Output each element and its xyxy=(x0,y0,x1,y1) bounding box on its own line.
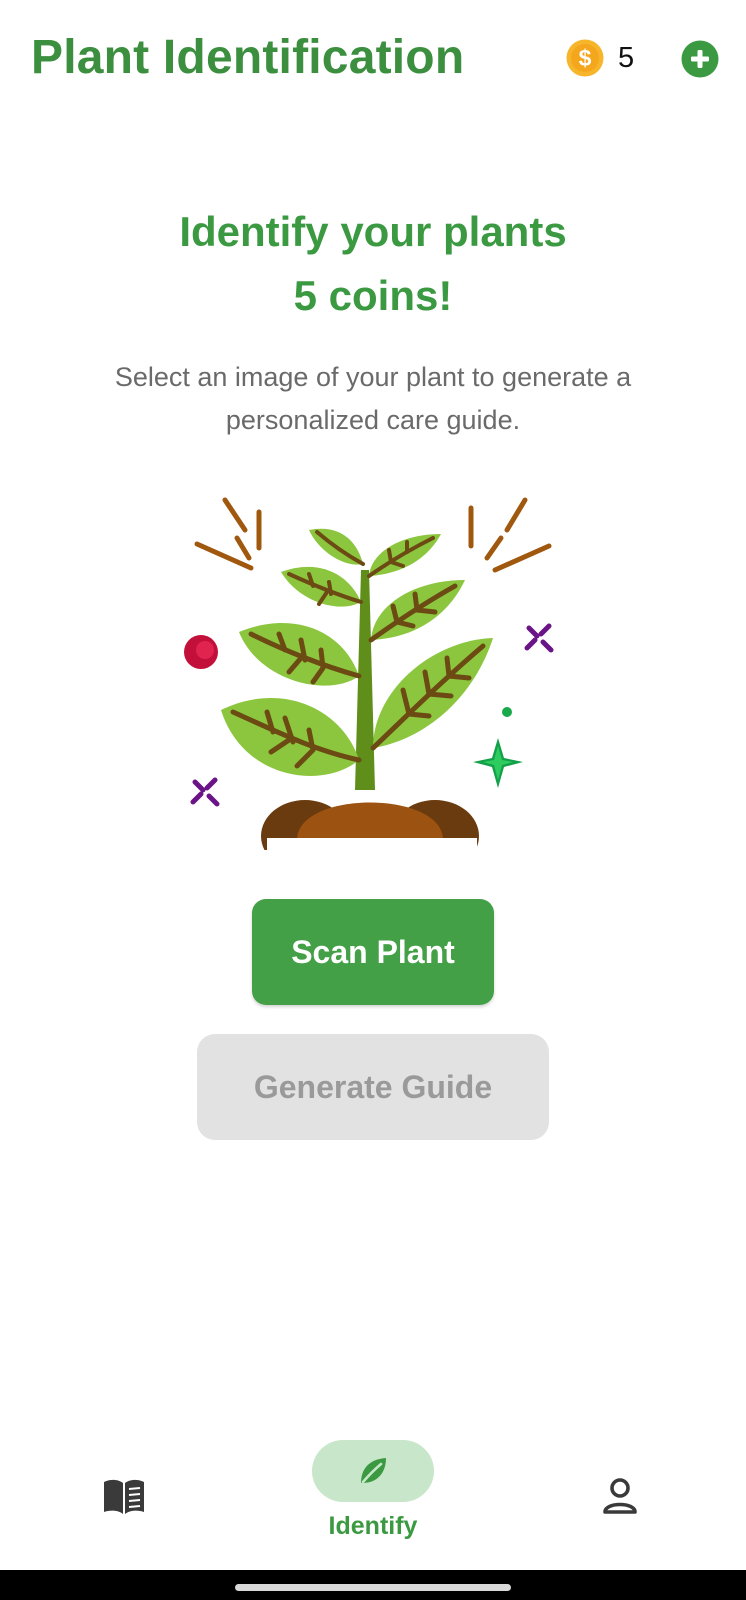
app-header: Plant Identification $ 5 xyxy=(0,0,746,120)
headline: Identify your plants 5 coins! xyxy=(0,200,746,328)
bottom-navigation: Identify xyxy=(0,1420,746,1570)
nav-active-indicator xyxy=(312,1440,434,1502)
plant-identification-screen: Plant Identification $ 5 Identify your p… xyxy=(0,0,746,1600)
system-navigation-bar xyxy=(0,1570,746,1600)
coin-balance: 5 xyxy=(618,42,635,74)
purple-sparkle-left xyxy=(190,777,220,807)
generate-guide-button[interactable]: Generate Guide xyxy=(197,1034,549,1140)
nav-item-profile[interactable] xyxy=(596,1420,648,1560)
sparkle-lines-left xyxy=(194,497,262,571)
add-coins-button[interactable] xyxy=(681,40,719,78)
nav-item-guides[interactable] xyxy=(82,1420,164,1560)
person-icon xyxy=(603,1478,637,1514)
growing-plant-illustration xyxy=(184,497,554,850)
page-title: Plant Identification xyxy=(31,31,465,84)
book-icon xyxy=(104,1479,144,1514)
green-dot xyxy=(502,707,512,717)
svg-text:$: $ xyxy=(579,45,592,71)
headline-line-2: 5 coins! xyxy=(293,272,453,319)
dollar-coin-icon: $ xyxy=(566,39,604,77)
nav-label-identify: Identify xyxy=(328,1512,418,1540)
home-indicator[interactable] xyxy=(235,1584,511,1591)
subtitle: Select an image of your plant to generat… xyxy=(114,362,632,435)
nav-item-identify[interactable]: Identify xyxy=(298,1420,448,1560)
purple-sparkle-right xyxy=(524,623,554,653)
leaf-icon xyxy=(361,1458,386,1484)
scan-plant-button[interactable]: Scan Plant xyxy=(252,899,494,1005)
headline-line-1: Identify your plants xyxy=(179,208,567,255)
sparkle-lines-right xyxy=(468,497,552,573)
